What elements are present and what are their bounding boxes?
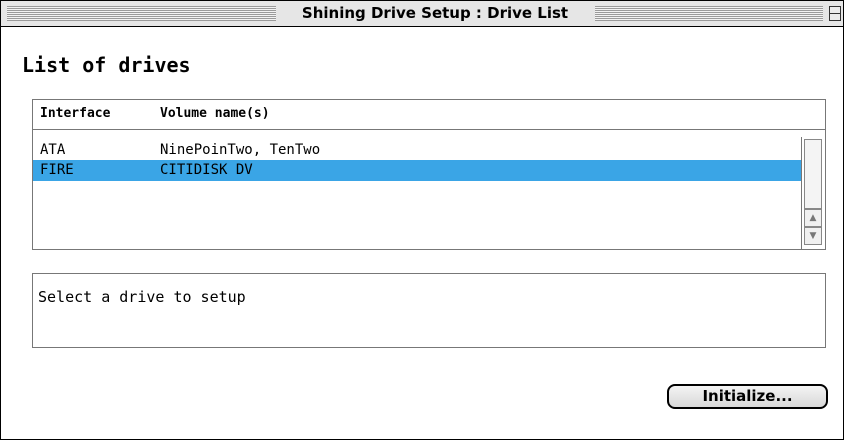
scroll-track[interactable] <box>804 139 822 209</box>
title-bar-stripes-left <box>7 6 276 21</box>
scroll-up-arrow-icon[interactable]: ▲ <box>804 209 822 227</box>
drive-interface-cell: ATA <box>40 142 66 158</box>
drive-list-window: Shining Drive Setup : Drive List List of… <box>0 0 844 440</box>
column-header-interface: Interface <box>40 106 111 121</box>
status-message: Select a drive to setup <box>38 288 246 306</box>
title-bar-stripes-right <box>595 6 823 21</box>
drive-volumes-cell: CITIDISK DV <box>160 162 253 178</box>
column-header-volume-names: Volume name(s) <box>160 106 270 121</box>
drive-volumes-cell: NinePoinTwo, TenTwo <box>160 142 321 158</box>
drive-row-ata[interactable]: ATA NinePoinTwo, TenTwo <box>33 140 801 161</box>
drive-list: Interface Volume name(s) ATA NinePoinTwo… <box>32 99 826 250</box>
list-scrollbar[interactable]: ▲ ▼ <box>801 137 825 249</box>
list-header: Interface Volume name(s) <box>33 100 825 130</box>
status-message-box: Select a drive to setup <box>32 273 826 348</box>
window-title: Shining Drive Setup : Drive List <box>279 3 591 24</box>
scroll-down-arrow-icon[interactable]: ▼ <box>804 227 822 245</box>
collapse-box-icon[interactable] <box>829 6 841 21</box>
drive-row-fire[interactable]: FIRE CITIDISK DV <box>33 160 801 181</box>
drive-interface-cell: FIRE <box>40 162 74 178</box>
page-heading: List of drives <box>22 53 191 77</box>
initialize-button[interactable]: Initialize... <box>667 384 828 409</box>
title-bar[interactable]: Shining Drive Setup : Drive List <box>1 1 843 27</box>
